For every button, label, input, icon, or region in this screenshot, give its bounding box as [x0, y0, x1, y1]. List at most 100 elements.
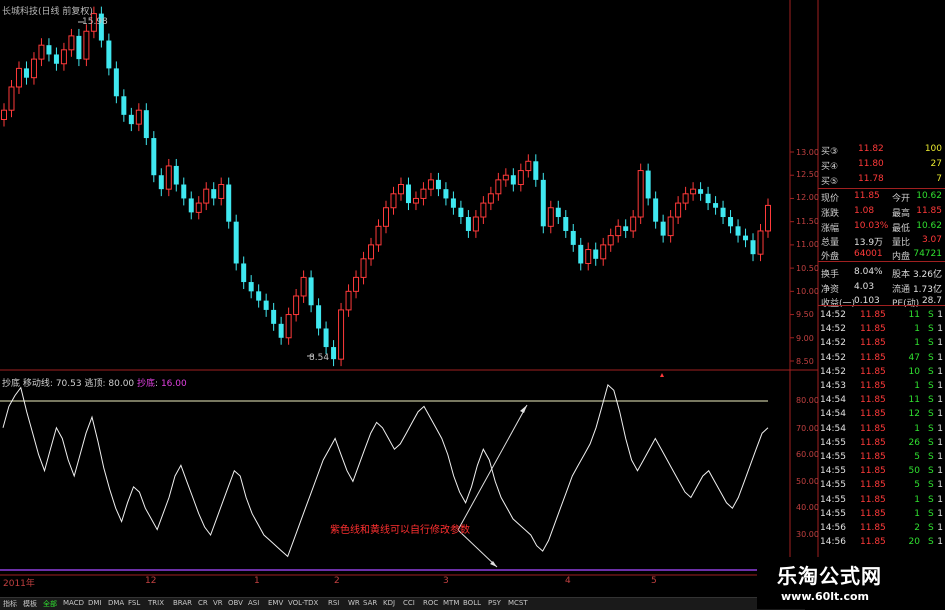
candle	[510, 175, 516, 185]
tick-price: 11.85	[860, 452, 886, 462]
indicator-tab[interactable]: 模板	[22, 599, 38, 609]
candle	[30, 58, 37, 79]
candle	[293, 295, 300, 316]
trade-tick-row[interactable]: 14:54 11.85 12 S 1	[818, 409, 945, 422]
indicator-tab[interactable]: VOL-TDX	[287, 599, 319, 607]
price-tick: 13.00	[796, 148, 819, 157]
candle	[660, 221, 666, 236]
indicator-tab[interactable]: TRIX	[147, 599, 165, 607]
tick-count: 1	[937, 423, 943, 434]
tick-volume: 1	[914, 338, 920, 349]
price-high-label: 15.98	[82, 17, 108, 27]
indicator-tab[interactable]: PSY	[487, 599, 502, 607]
candle	[533, 161, 539, 180]
indicator-tab[interactable]: BRAR	[172, 599, 193, 607]
indicator-name[interactable]: 抄底	[2, 379, 20, 389]
candle	[285, 314, 292, 339]
buy-level-price: 11.80	[858, 159, 884, 169]
candle	[390, 193, 397, 209]
buy-level-row[interactable]: 买⑤ 11.78 7	[818, 174, 945, 187]
stat-label: 总量	[821, 238, 840, 248]
candle	[487, 193, 494, 204]
candle	[615, 225, 622, 237]
trade-tick-row[interactable]: 14:52 11.85 47 S 1	[818, 353, 945, 366]
tick-time: 14:52	[820, 324, 846, 335]
buy-level-price: 11.78	[858, 174, 884, 184]
candle	[8, 86, 15, 111]
buy-level-row[interactable]: 买④ 11.80 27	[818, 159, 945, 172]
indicator-tab[interactable]: ASI	[247, 599, 260, 607]
tick-direction: S	[928, 537, 934, 548]
tick-time: 14:54	[820, 395, 846, 406]
indicator-tab[interactable]: MCST	[507, 599, 529, 607]
trade-tick-row[interactable]: 14:54 11.85 1 S 1	[818, 424, 945, 437]
indicator-tab[interactable]: DMA	[107, 599, 125, 607]
candle	[458, 207, 464, 218]
indicator-tab[interactable]: CCI	[402, 599, 416, 607]
indicator-tab[interactable]: CR	[197, 599, 209, 607]
candle	[203, 188, 210, 204]
indicator-tab[interactable]: BOLL	[462, 599, 482, 607]
trade-tick-row[interactable]: 14:52 11.85 11 S 1	[818, 310, 945, 323]
trade-tick-row[interactable]: 14:55 11.85 1 S 1	[818, 495, 945, 508]
indicator-tab[interactable]: 指标	[2, 599, 18, 609]
indicator-tab[interactable]: VR	[212, 599, 224, 607]
indicator-tab[interactable]: 全部	[42, 599, 58, 609]
trade-tick-row[interactable]: 14:55 11.85 1 S 1	[818, 509, 945, 522]
indicator-tab[interactable]: DMI	[87, 599, 103, 607]
trade-tick-row[interactable]: 14:56 11.85 2 S 1	[818, 523, 945, 536]
tick-time: 14:55	[820, 480, 846, 491]
indicator-tab[interactable]: MTM	[442, 599, 460, 607]
trade-tick-row[interactable]: 14:54 11.85 11 S 1	[818, 395, 945, 408]
indicator-tab[interactable]: SAR	[362, 599, 378, 607]
quote-panel: 买③ 11.82 100 买④ 11.80 27 买⑤ 11.78 7 现价 11…	[818, 138, 945, 548]
buy-level-row[interactable]: 买③ 11.82 100	[818, 144, 945, 157]
trade-tick-row[interactable]: 14:55 11.85 5 S 1	[818, 480, 945, 493]
buy-level-vol: 7	[936, 174, 942, 184]
stat-value: 11.85	[854, 191, 880, 201]
tick-volume: 1	[914, 324, 920, 335]
trade-tick-row[interactable]: 14:52 11.85 1 S 1	[818, 324, 945, 337]
candle	[53, 54, 59, 64]
tick-direction: S	[928, 352, 934, 363]
trade-tick-row[interactable]: 14:56 11.85 20 S 1	[818, 537, 945, 550]
candle	[68, 35, 75, 51]
indicator-tab[interactable]: WR	[347, 599, 361, 607]
chart-canvas[interactable]	[0, 0, 945, 609]
candle	[653, 198, 659, 222]
stat-value: 13.9万	[854, 238, 884, 248]
indicator-tab[interactable]: OBV	[227, 599, 244, 607]
candle	[353, 276, 360, 292]
tick-direction: S	[928, 494, 934, 505]
indicator-tab[interactable]: MACD	[62, 599, 85, 607]
trade-tick-row[interactable]: 14:52 11.85 1 S 1	[818, 338, 945, 351]
tick-direction: S	[928, 437, 934, 448]
candle	[728, 217, 734, 227]
indicator-tab[interactable]: ROC	[422, 599, 439, 607]
tick-direction: S	[928, 409, 934, 420]
stat-label: 涨跌	[821, 209, 840, 219]
quote-stat-row: 现价 11.85 今开 10.62	[818, 191, 945, 204]
buy-level-vol: 27	[930, 159, 942, 169]
candle	[427, 179, 434, 190]
indicator-tab[interactable]: EMV	[267, 599, 284, 607]
indicator-tab[interactable]: FSL	[127, 599, 141, 607]
trade-tick-row[interactable]: 14:52 11.85 10 S 1	[818, 367, 945, 380]
stat-value: 3.07	[921, 235, 942, 245]
indicator-tab[interactable]: KDJ	[382, 599, 396, 607]
tick-time: 14:55	[820, 494, 846, 505]
candle	[570, 230, 576, 245]
candle	[720, 207, 726, 218]
tick-time: 14:52	[820, 338, 846, 349]
candle	[15, 67, 22, 88]
tick-count: 1	[937, 395, 943, 406]
trade-tick-row[interactable]: 14:55 11.85 26 S 1	[818, 438, 945, 451]
trade-tick-row[interactable]: 14:55 11.85 50 S 1	[818, 466, 945, 479]
trade-tick-row[interactable]: 14:55 11.85 5 S 1	[818, 452, 945, 465]
osc-tick: 50.00	[796, 477, 819, 486]
candle	[667, 216, 674, 237]
candle	[743, 235, 749, 241]
tick-volume: 11	[908, 310, 920, 320]
trade-tick-row[interactable]: 14:53 11.85 1 S 1	[818, 381, 945, 394]
indicator-tab[interactable]: RSI	[327, 599, 340, 607]
